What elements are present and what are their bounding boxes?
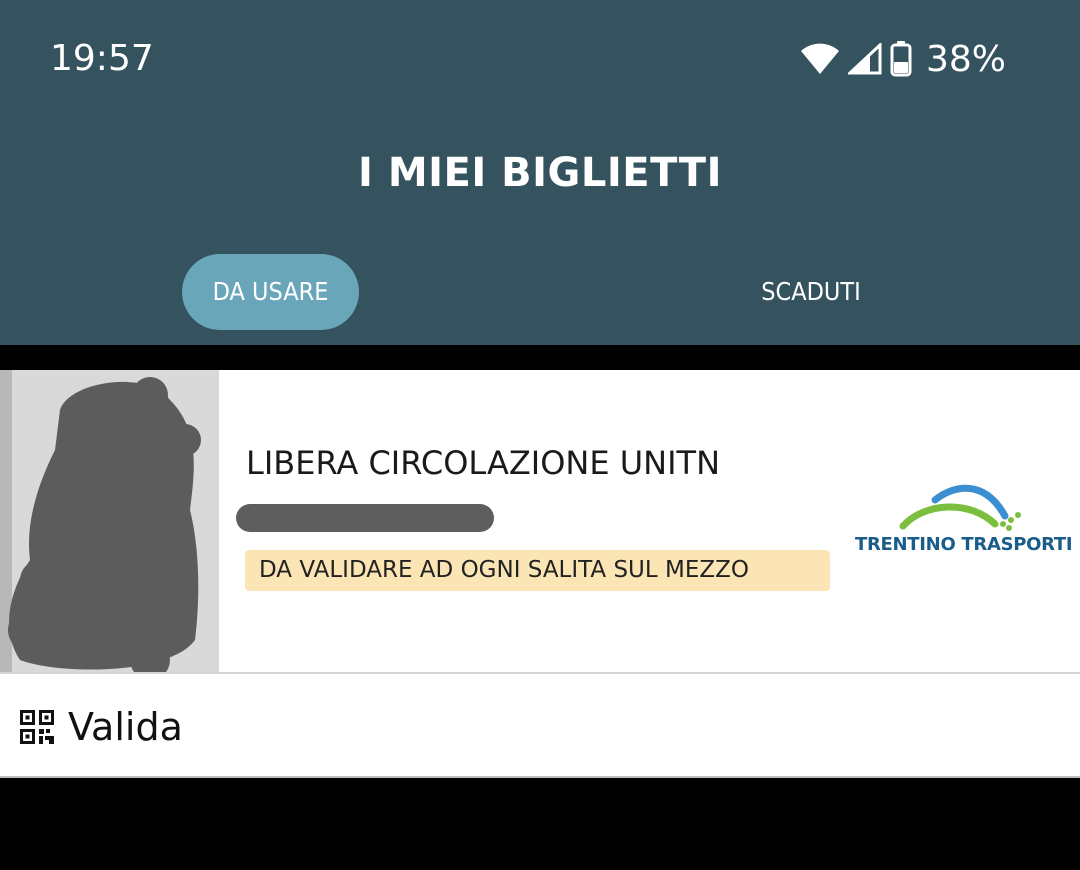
tab-scaduti[interactable]: SCADUTI xyxy=(711,254,911,330)
battery-percent: 38% xyxy=(925,38,1006,80)
validate-button-label: Valida xyxy=(68,705,183,749)
validation-notice-badge: DA VALIDARE AD OGNI SALITA SUL MEZZO xyxy=(245,550,830,591)
ticket-name: LIBERA CIRCOLAZIONE UNITN xyxy=(246,444,720,482)
tab-da-usare[interactable]: DA USARE xyxy=(182,254,359,330)
battery-icon xyxy=(890,41,912,77)
holder-photo xyxy=(0,370,219,672)
card-divider xyxy=(0,672,1080,674)
wifi-icon xyxy=(800,43,839,74)
card-bottom-border xyxy=(0,776,1080,778)
page-title: I MIEI BIGLIETTI xyxy=(358,150,722,196)
qr-code-icon xyxy=(20,710,54,744)
app-bar: 19:57 38% I MIEI BIGLIETTI DA USARE SCAD… xyxy=(0,0,1080,345)
validate-button[interactable]: Valida xyxy=(20,704,183,750)
trentino-trasporti-logo-icon xyxy=(899,484,1021,531)
ticket-card[interactable]: LIBERA CIRCOLAZIONE UNITN DA VALIDARE AD… xyxy=(0,370,1080,778)
signal-icon xyxy=(847,43,882,75)
status-time: 19:57 xyxy=(50,38,154,79)
status-icons: 38% xyxy=(800,36,1006,82)
operator-name: TRENTINO TRASPORTI xyxy=(855,534,1073,555)
redacted-holder-name xyxy=(236,504,494,532)
operator-logo: TRENTINO TRASPORTI xyxy=(855,480,1073,560)
